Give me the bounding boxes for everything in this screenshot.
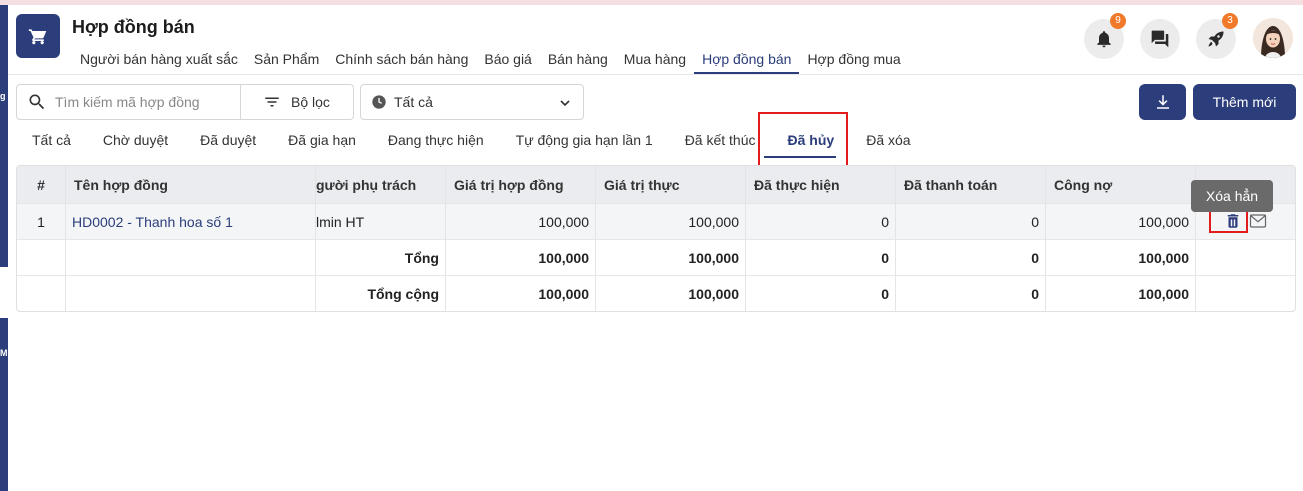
subtotal-debt: 100,000 — [1046, 240, 1196, 275]
row-paid: 0 — [896, 204, 1046, 239]
tab-finished[interactable]: Đã kết thúc — [669, 122, 772, 160]
nav-item-sales[interactable]: Bán hàng — [540, 46, 616, 74]
search-input[interactable] — [55, 94, 235, 110]
tab-auto-extended[interactable]: Tự động gia hạn lần 1 — [500, 122, 669, 160]
grand-total-row: Tổng cộng 100,000 100,000 0 0 100,000 — [17, 276, 1295, 311]
column-header-index: # — [17, 166, 66, 203]
contracts-table: # Tên hợp đồng gười phụ trách Giá trị hợ… — [16, 165, 1296, 312]
column-header-debt[interactable]: Công nợ — [1046, 166, 1196, 203]
download-icon — [1156, 95, 1169, 109]
chat-icon — [1151, 30, 1169, 48]
user-avatar-icon — [1253, 18, 1293, 58]
chevron-down-icon — [560, 100, 570, 107]
grand-total-actions-cell — [1196, 276, 1295, 311]
row-executed: 0 — [746, 204, 896, 239]
add-new-button[interactable]: Thêm mới — [1193, 84, 1296, 120]
mail-icon — [1249, 214, 1267, 228]
filter-label: Bộ lọc — [291, 94, 330, 110]
row-owner: lmin HT — [316, 204, 446, 239]
bell-icon — [1097, 31, 1111, 48]
header-divider — [8, 74, 1303, 75]
page-title: Hợp đồng bán — [72, 17, 195, 37]
search-icon — [29, 94, 45, 110]
column-header-owner[interactable]: gười phụ trách — [316, 166, 446, 203]
subtotal-index-cell — [17, 240, 66, 275]
highlight-box-tab — [758, 112, 848, 169]
subtotal-row: Tổng 100,000 100,000 0 0 100,000 — [17, 240, 1295, 276]
top-accent-line — [0, 0, 1303, 5]
nav-item-purchase-contracts[interactable]: Hợp đồng mua — [799, 46, 908, 74]
column-header-paid[interactable]: Đã thanh toán — [896, 166, 1046, 203]
column-header-executed[interactable]: Đã thực hiện — [746, 166, 896, 203]
nav-item-top-sellers[interactable]: Người bán hàng xuất sắc — [72, 46, 246, 74]
nav-item-sales-policy[interactable]: Chính sách bán hàng — [327, 46, 476, 74]
rocket-button[interactable]: 3 — [1196, 13, 1238, 59]
grand-total-paid: 0 — [896, 276, 1046, 311]
left-sidebar-edge-lower: M — [0, 318, 8, 491]
grand-total-debt: 100,000 — [1046, 276, 1196, 311]
column-header-name[interactable]: Tên hợp đồng — [66, 166, 316, 203]
avatar[interactable] — [1253, 18, 1293, 58]
tab-pending[interactable]: Chờ duyệt — [87, 122, 184, 160]
tab-extended[interactable]: Đã gia hạn — [272, 122, 372, 160]
search-box: Bộ lọc — [16, 84, 354, 120]
grand-total-actual-value: 100,000 — [596, 276, 746, 311]
column-header-actual-value[interactable]: Giá trị thực — [596, 166, 746, 203]
delete-tooltip: Xóa hẳn — [1191, 180, 1273, 212]
rocket-badge: 3 — [1222, 13, 1238, 29]
grand-total-index-cell — [17, 276, 66, 311]
subtotal-executed: 0 — [746, 240, 896, 275]
filter-icon — [265, 97, 279, 107]
nav-item-purchases[interactable]: Mua hàng — [616, 46, 694, 74]
subtotal-name-cell — [66, 240, 316, 275]
table-header: # Tên hợp đồng gười phụ trách Giá trị hợ… — [17, 166, 1295, 204]
row-index: 1 — [17, 204, 66, 239]
subtotal-contract-value: 100,000 — [446, 240, 596, 275]
column-header-contract-value[interactable]: Giá trị hợp đồng — [446, 166, 596, 203]
left-sidebar-edge: g — [0, 5, 8, 267]
cart-icon — [28, 29, 47, 45]
row-debt: 100,000 — [1046, 204, 1196, 239]
nav-item-sales-contracts[interactable]: Hợp đồng bán — [694, 46, 800, 74]
clock-icon — [372, 95, 386, 109]
subtotal-actual-value: 100,000 — [596, 240, 746, 275]
subtotal-label: Tổng — [316, 240, 446, 275]
status-select-value: Tất cả — [394, 94, 433, 110]
grand-total-executed: 0 — [746, 276, 896, 311]
module-nav: Người bán hàng xuất sắc Sản Phẩm Chính s… — [72, 46, 909, 74]
notifications-badge: 9 — [1110, 13, 1126, 29]
grand-total-label: Tổng cộng — [316, 276, 446, 311]
tab-deleted[interactable]: Đã xóa — [850, 122, 926, 160]
nav-item-products[interactable]: Sản Phẩm — [246, 46, 327, 74]
grand-total-contract-value: 100,000 — [446, 276, 596, 311]
tab-all[interactable]: Tất cả — [16, 122, 87, 160]
subtotal-actions-cell — [1196, 240, 1295, 275]
app-icon[interactable] — [16, 14, 60, 58]
row-actual-value: 100,000 — [596, 204, 746, 239]
filter-button[interactable]: Bộ lọc — [241, 85, 353, 119]
download-button[interactable] — [1139, 84, 1186, 120]
tab-approved[interactable]: Đã duyệt — [184, 122, 272, 160]
subtotal-paid: 0 — [896, 240, 1046, 275]
row-contract-value: 100,000 — [446, 204, 596, 239]
table-row[interactable]: 1 HD0002 - Thanh hoa số 1 lmin HT 100,00… — [17, 204, 1295, 240]
tab-in-progress[interactable]: Đang thực hiện — [372, 122, 500, 160]
send-email-button[interactable] — [1249, 213, 1267, 232]
contract-name-link[interactable]: HD0002 - Thanh hoa số 1 — [66, 204, 316, 239]
rocket-icon — [1208, 31, 1224, 47]
sidebar-letter-fragment: M — [0, 348, 8, 358]
grand-total-name-cell — [66, 276, 316, 311]
nav-item-quotes[interactable]: Báo giá — [476, 46, 539, 74]
chat-button[interactable] — [1140, 19, 1180, 59]
notifications-button[interactable]: 9 — [1084, 13, 1126, 59]
sidebar-letter-fragment: g — [0, 91, 6, 101]
status-select[interactable]: Tất cả — [360, 84, 584, 120]
